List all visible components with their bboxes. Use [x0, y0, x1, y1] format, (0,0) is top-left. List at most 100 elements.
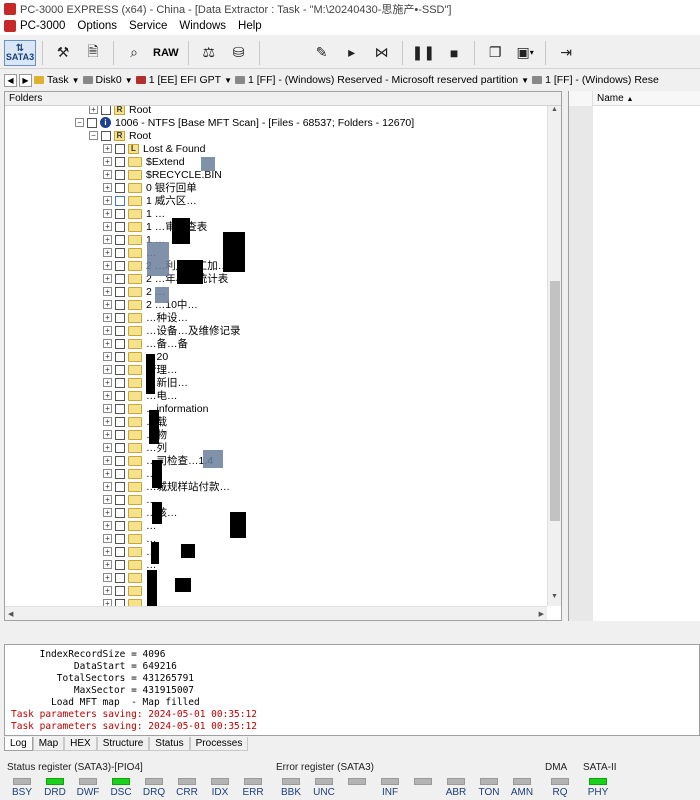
menu-windows[interactable]: Windows [179, 20, 226, 32]
scroll-left-icon[interactable]: ◀ [8, 610, 13, 618]
raw-button[interactable]: RAW [150, 40, 182, 66]
stop-button[interactable]: ■ [440, 40, 468, 66]
checkbox[interactable] [115, 351, 125, 362]
tab-processes[interactable]: Processes [189, 737, 249, 751]
tools-button[interactable]: ⚒ [49, 40, 77, 66]
checkbox[interactable] [115, 572, 125, 583]
checkbox[interactable] [115, 442, 125, 453]
expand-toggle[interactable]: + [103, 196, 112, 205]
image-button[interactable]: ▣ ▾ [511, 40, 539, 66]
expand-toggle[interactable]: + [103, 287, 112, 296]
checkbox[interactable] [115, 416, 125, 427]
crumb-reserved[interactable]: 1 [FF] - (Windows) Reserved - Microsoft … [234, 74, 529, 86]
expand-toggle[interactable]: + [103, 482, 112, 491]
checkbox[interactable] [115, 312, 125, 323]
crumb-disk0[interactable]: Disk0 ▼ [82, 74, 133, 86]
menu-pc3000[interactable]: PC-3000 [20, 20, 65, 32]
menu-service[interactable]: Service [129, 20, 167, 32]
exit-button[interactable]: ⇥ [552, 40, 580, 66]
expand-toggle[interactable]: + [103, 209, 112, 218]
checkbox[interactable] [115, 273, 125, 284]
checkbox[interactable] [115, 143, 125, 154]
expand-toggle[interactable]: + [103, 157, 112, 166]
network-button[interactable]: ⋈ [368, 40, 396, 66]
expand-toggle[interactable]: + [103, 378, 112, 387]
checkbox[interactable] [115, 195, 125, 206]
tree-row-folder[interactable]: +…核… [103, 506, 178, 519]
expand-toggle[interactable]: + [103, 235, 112, 244]
nav-back-button[interactable]: ◀ [4, 73, 17, 87]
tree-row-folder[interactable]: +… [103, 519, 157, 532]
checkbox[interactable] [87, 117, 97, 128]
expand-toggle[interactable]: + [103, 534, 112, 543]
checkbox[interactable] [115, 208, 125, 219]
tab-status[interactable]: Status [149, 737, 190, 751]
checkbox[interactable] [115, 429, 125, 440]
tab-hex[interactable]: HEX [64, 737, 97, 751]
checkbox[interactable] [115, 559, 125, 570]
play-button[interactable]: ▸ [338, 40, 366, 66]
edit-button[interactable]: ✎ [308, 40, 336, 66]
expand-toggle[interactable]: + [103, 495, 112, 504]
collapse-toggle[interactable]: − [75, 118, 84, 127]
checkbox[interactable] [115, 299, 125, 310]
disk-map-button[interactable]: ⛁ [225, 40, 253, 66]
tree-row-folder[interactable]: +1 …审核查表 [103, 220, 207, 233]
menu-help[interactable]: Help [238, 20, 262, 32]
expand-toggle[interactable]: + [103, 456, 112, 465]
expand-toggle[interactable]: + [103, 300, 112, 309]
tree-row-folder[interactable]: +1 威六区… [103, 194, 197, 207]
checkbox[interactable] [115, 390, 125, 401]
tree-row-folder[interactable]: + …城规样站付款… [103, 480, 230, 493]
folder-tree[interactable]: + R Root − i 1006 - NTFS [Base MFT Scan]… [5, 106, 547, 606]
expand-toggle[interactable]: + [103, 170, 112, 179]
checkbox[interactable] [115, 520, 125, 531]
app-menu-icon[interactable] [4, 20, 16, 32]
scrollbar-thumb[interactable] [550, 281, 560, 521]
expand-toggle[interactable]: + [103, 391, 112, 400]
checkbox[interactable] [115, 182, 125, 193]
menu-options[interactable]: Options [77, 20, 117, 32]
checkbox[interactable] [115, 377, 125, 388]
expand-toggle[interactable]: + [103, 430, 112, 439]
checkbox[interactable] [115, 156, 125, 167]
scroll-up-icon[interactable]: ▲ [548, 106, 561, 119]
expand-toggle[interactable]: + [103, 404, 112, 413]
windows-button[interactable]: ❐ [481, 40, 509, 66]
crumb-task[interactable]: Task ▼ [34, 74, 80, 86]
expand-toggle[interactable]: + [103, 248, 112, 257]
scroll-down-icon[interactable]: ▼ [548, 593, 561, 606]
tree-row-folder[interactable]: + L Lost & Found [103, 142, 205, 155]
expand-toggle[interactable]: + [103, 261, 112, 270]
pause-button[interactable]: ❚❚ [409, 40, 438, 66]
checkbox[interactable] [115, 455, 125, 466]
scroll-right-icon[interactable]: ▶ [539, 610, 544, 618]
expand-toggle[interactable]: + [103, 313, 112, 322]
checkbox[interactable] [115, 247, 125, 258]
checkbox[interactable] [115, 260, 125, 271]
sata3-port-button[interactable]: ⇅ SATA3 [4, 39, 36, 66]
tab-log[interactable]: Log [4, 737, 33, 751]
crumb-efi-gpt[interactable]: 1 [EE] EFI GPT ▼ [135, 74, 232, 86]
vertical-scrollbar[interactable]: ▲ ▼ [547, 106, 561, 606]
tree-row-folder[interactable]: + …备…备 [103, 337, 188, 350]
checkbox-column-header[interactable] [569, 91, 593, 106]
crumb-reserved-2[interactable]: 1 [FF] - (Windows) Rese [532, 74, 659, 86]
checkbox[interactable] [115, 286, 125, 297]
expand-toggle[interactable]: + [103, 547, 112, 556]
expand-toggle[interactable]: + [103, 586, 112, 595]
expand-toggle[interactable]: + [103, 144, 112, 153]
tree-row-folder[interactable]: +… [103, 545, 157, 558]
expand-toggle[interactable]: + [103, 469, 112, 478]
checkbox[interactable] [115, 234, 125, 245]
balance-button[interactable]: ⚖ [195, 40, 223, 66]
checkbox[interactable] [115, 221, 125, 232]
expand-toggle[interactable]: + [103, 599, 112, 606]
expand-toggle[interactable]: + [103, 183, 112, 192]
expand-toggle[interactable]: + [103, 222, 112, 231]
binoculars-button[interactable]: ⌕ [120, 40, 148, 66]
expand-toggle[interactable]: + [103, 560, 112, 569]
checkbox[interactable] [101, 130, 111, 141]
checkbox[interactable] [115, 533, 125, 544]
expand-toggle[interactable]: + [103, 274, 112, 283]
